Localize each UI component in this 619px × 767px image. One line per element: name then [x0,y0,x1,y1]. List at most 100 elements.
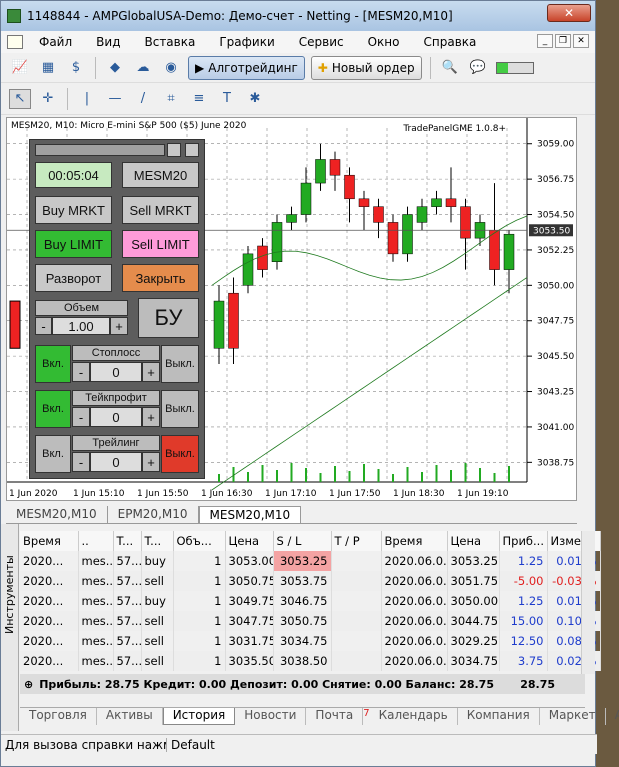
takeprofit-plus-button[interactable]: + [142,407,160,427]
close-icon[interactable]: ✕ [573,34,589,48]
takeprofit-minus-button[interactable]: - [72,407,90,427]
breakeven-button[interactable]: БУ [138,298,199,338]
table-row[interactable]: 2020...mes...57...buy13049.753046.75 2020… [20,591,601,611]
table-row[interactable]: 2020...mes...57...sell13050.753053.75 202… [20,571,601,591]
sell-market-button[interactable]: Sell MRKT [122,196,199,224]
stoploss-minus-button[interactable]: - [72,362,90,382]
volume-plus-button[interactable]: + [110,317,128,335]
terminal-tab[interactable]: Календарь [370,708,458,725]
table-row[interactable]: 2020...mes...57...sell13047.753050.75 202… [20,611,601,631]
table-cell: 3050.75 [225,571,274,591]
terminal-tab[interactable]: Компания [458,708,540,725]
trendline-icon[interactable]: / [132,89,154,109]
buy-market-button[interactable]: Buy MRKT [35,196,112,224]
volume-input[interactable]: 1.00 [52,317,110,335]
candle-body [373,206,384,223]
stoploss-on-button[interactable]: Вкл. [35,345,71,383]
column-header[interactable]: Время [20,531,79,551]
reverse-button[interactable]: Разворот [35,264,112,292]
column-header[interactable]: T... [113,531,142,551]
battery-icon [495,58,535,78]
minimize-icon[interactable]: _ [537,34,553,48]
candle-body [431,198,442,207]
trailing-off-button[interactable]: Выкл. [161,435,199,473]
market-watch-icon[interactable]: $ [65,58,87,78]
cursor-icon[interactable]: ↖ [9,88,31,109]
table-cell: buy [141,551,174,571]
column-header[interactable]: Цена [447,531,500,551]
terminal-tab[interactable]: Почта [306,708,364,725]
close-button[interactable]: ✕ [547,4,591,22]
crosshair-icon[interactable]: ✛ [37,89,59,109]
vertical-line-icon[interactable]: | [76,89,98,109]
terminal-tab[interactable]: История [162,708,236,725]
column-header[interactable]: .. [78,531,114,551]
horizontal-line-icon[interactable]: — [104,89,126,109]
column-header[interactable]: Объ... [173,531,226,551]
stoploss-input[interactable]: 0 [90,362,142,382]
table-cell [331,611,382,631]
text-icon[interactable]: T [216,89,238,109]
buy-limit-button[interactable]: Buy LIMIT [35,230,112,258]
strategy-icon[interactable]: ◆ [104,58,126,78]
panel-close[interactable] [185,143,199,157]
table-row[interactable]: 2020...mes...57...sell13035.503038.50 202… [20,651,601,671]
terminal-tab[interactable]: Новости [235,708,307,725]
terminal-tab[interactable]: Торговля [20,708,97,725]
column-header[interactable]: T... [141,531,174,551]
table-cell: 3047.75 [225,611,274,631]
takeprofit-label: Тейкпрофит [72,390,160,406]
terminal-tab[interactable]: Маркет [540,708,606,725]
fibonacci-icon[interactable]: ⌗ [160,89,182,109]
chart-doc-icon[interactable] [7,35,23,49]
takeprofit-input[interactable]: 0 [90,407,142,427]
trailing-minus-button[interactable]: - [72,452,90,472]
search-icon[interactable]: 🔍 [439,58,461,78]
chat-icon[interactable]: 💬 [467,58,489,78]
toolbox-vertical-tab[interactable]: Инструменты [1,524,19,731]
close-position-button[interactable]: Закрыть [122,264,199,292]
menu-file[interactable]: Файл [27,35,84,49]
column-header[interactable]: T / P [331,531,382,551]
takeprofit-off-button[interactable]: Выкл. [161,390,199,428]
volume-minus-button[interactable]: - [35,317,52,335]
table-row[interactable]: 2020...mes...57...buy13053.003053.252020… [20,551,601,571]
menu-charts[interactable]: Графики [207,35,286,49]
panel-titlebar[interactable] [35,144,165,156]
table-scrollbar[interactable] [581,531,595,674]
terminal-tab[interactable]: А [606,708,619,725]
takeprofit-on-button[interactable]: Вкл. [35,390,71,428]
sell-limit-button[interactable]: Sell LIMIT [122,230,199,258]
table-row[interactable]: 2020...mes...57...sell13031.753034.75 202… [20,631,601,651]
column-header[interactable]: Приб... [499,531,548,551]
stoploss-plus-button[interactable]: + [142,362,160,382]
chart-tab-1[interactable]: MESM20,M10 [6,506,108,523]
trailing-plus-button[interactable]: + [142,452,160,472]
column-header[interactable]: Время [381,531,448,551]
algo-trading-button[interactable]: ▶ Алготрейдинг [188,55,305,80]
equidistant-icon[interactable]: ≡ [188,89,210,109]
column-header[interactable]: S / L [273,531,332,551]
menu-view[interactable]: Вид [84,35,132,49]
restore-icon[interactable]: ❐ [555,34,571,48]
trailing-input[interactable]: 0 [90,452,142,472]
chart-tab-2[interactable]: EPM20,M10 [108,506,199,523]
terminal-tab[interactable]: Активы [97,708,163,725]
new-chart-icon[interactable]: 📈 [9,58,31,78]
chart-tab-3[interactable]: MESM20,M10 [198,506,302,523]
signal-icon[interactable]: ◉ [160,58,182,78]
panel-minimize[interactable] [167,143,181,157]
menu-insert[interactable]: Вставка [132,35,207,49]
shapes-icon[interactable]: ✱ [244,89,266,109]
stoploss-off-button[interactable]: Выкл. [161,345,199,383]
menu-help[interactable]: Справка [412,35,489,49]
menu-window[interactable]: Окно [356,35,412,49]
trailing-on-button[interactable]: Вкл. [35,435,71,473]
menu-tools[interactable]: Сервис [287,35,356,49]
profiles-icon[interactable]: ▦ [37,58,59,78]
column-header[interactable]: Цена [225,531,274,551]
table-cell: 3031.75 [225,631,274,651]
new-order-label: Новый ордер [331,60,415,75]
cloud-icon[interactable]: ☁ [132,58,154,78]
new-order-button[interactable]: ✚ Новый ордер [310,55,422,80]
